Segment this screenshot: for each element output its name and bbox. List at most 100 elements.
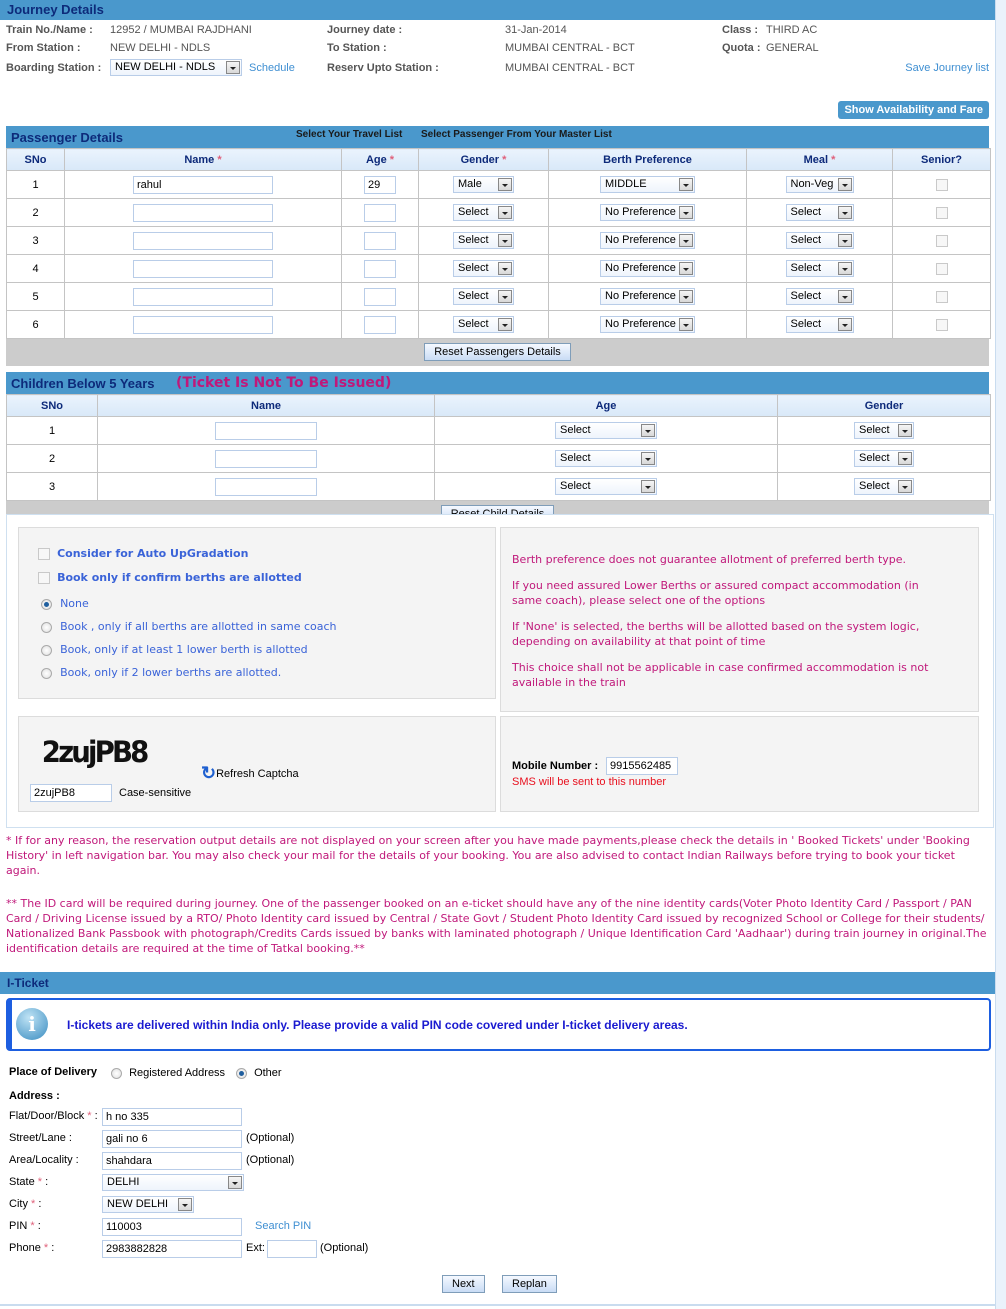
passenger-name-input[interactable] xyxy=(133,287,273,306)
train-label: Train No./Name : xyxy=(6,24,93,36)
passenger-meal-select[interactable]: Select xyxy=(785,288,854,305)
scrollbar[interactable] xyxy=(995,0,1006,1309)
chevron-down-icon xyxy=(641,452,655,465)
passenger-gender-select[interactable]: Select xyxy=(453,204,514,221)
col-sno: SNo xyxy=(6,148,65,171)
passenger-berth-select[interactable]: No Preference xyxy=(600,232,695,249)
child-name-input[interactable] xyxy=(215,449,317,468)
passenger-berth-select[interactable]: No Preference xyxy=(600,204,695,221)
passenger-age-input[interactable] xyxy=(364,231,396,250)
area-input[interactable]: shahdara xyxy=(102,1152,242,1170)
chevron-down-icon xyxy=(498,178,512,191)
child-age-select[interactable]: Select xyxy=(555,478,657,495)
passenger-berth-select[interactable]: No Preference xyxy=(600,260,695,277)
senior-checkbox[interactable] xyxy=(935,290,948,303)
senior-checkbox[interactable] xyxy=(935,178,948,191)
berth-option-radio[interactable] xyxy=(41,598,52,610)
child-gender-select[interactable]: Select xyxy=(854,450,914,467)
class-label: Class : xyxy=(722,24,759,36)
select-travel-list-link[interactable]: Select Your Travel List xyxy=(296,129,402,140)
passenger-meal-select[interactable]: Select xyxy=(785,204,854,221)
passenger-gender-select[interactable]: Select xyxy=(453,232,514,249)
passenger-gender-select[interactable]: Select xyxy=(453,316,514,333)
children-header: Children Below 5 Years (Ticket Is Not To… xyxy=(6,372,989,394)
child-age-select[interactable]: Select xyxy=(555,450,657,467)
schedule-link[interactable]: Schedule xyxy=(249,62,295,74)
state-label: State * : xyxy=(9,1176,49,1188)
berth-option-radio-item[interactable]: None xyxy=(41,597,337,620)
child-age-select[interactable]: Select xyxy=(555,422,657,439)
passenger-sno: 6 xyxy=(6,310,65,339)
mobile-number-input[interactable]: 9915562485 xyxy=(606,757,678,775)
passenger-age-input[interactable] xyxy=(364,203,396,222)
berth-info-paragraph: If you need assured Lower Berths or assu… xyxy=(512,579,919,607)
next-button[interactable]: Next xyxy=(442,1275,485,1293)
berth-option-radio[interactable] xyxy=(41,667,52,679)
passenger-name-input[interactable] xyxy=(133,231,273,250)
passenger-name-input[interactable] xyxy=(133,203,273,222)
phone-input[interactable]: 2983882828 xyxy=(102,1240,242,1258)
berth-option-radio[interactable] xyxy=(41,621,52,633)
passenger-name-input[interactable] xyxy=(133,315,273,334)
other-address-radio[interactable] xyxy=(236,1067,247,1079)
passenger-row: 2 Select No Preference Select xyxy=(6,198,991,227)
select-master-list-link[interactable]: Select Passenger From Your Master List xyxy=(421,129,612,140)
berth-options-panel: Consider for Auto UpGradation Book only … xyxy=(18,527,496,699)
passenger-age-input[interactable]: 29 xyxy=(364,175,396,194)
child-name-input[interactable] xyxy=(215,421,317,440)
child-gender-select[interactable]: Select xyxy=(854,478,914,495)
journey-details: Train No./Name : 12952 / MUMBAI RAJDHANI… xyxy=(6,20,989,104)
passenger-age-input[interactable] xyxy=(364,287,396,306)
passenger-gender-select[interactable]: Select xyxy=(453,288,514,305)
street-input[interactable]: gali no 6 xyxy=(102,1130,242,1148)
ext-input[interactable] xyxy=(267,1240,317,1258)
passenger-meal-select[interactable]: Select xyxy=(785,260,854,277)
passenger-age-input[interactable] xyxy=(364,259,396,278)
passenger-age-input[interactable] xyxy=(364,315,396,334)
show-availability-button[interactable]: Show Availability and Fare xyxy=(838,101,989,119)
chevron-down-icon xyxy=(837,178,852,191)
berth-option-radio[interactable] xyxy=(41,644,52,656)
senior-checkbox[interactable] xyxy=(935,206,948,219)
senior-checkbox[interactable] xyxy=(935,234,948,247)
senior-checkbox[interactable] xyxy=(935,318,948,331)
refresh-captcha-link[interactable]: ↻Refresh Captcha xyxy=(201,763,299,784)
boarding-station-select[interactable]: NEW DELHI - NDLS xyxy=(110,59,242,76)
passenger-berth-select[interactable]: No Preference xyxy=(600,316,695,333)
state-select[interactable]: DELHI xyxy=(102,1174,244,1191)
passenger-meal-select[interactable]: Non-Veg xyxy=(785,176,854,193)
berth-option-radio-item[interactable]: Book, only if at least 1 lower berth is … xyxy=(41,643,337,666)
auto-upgrade-checkbox[interactable] xyxy=(38,548,50,561)
passenger-name-input[interactable]: rahul xyxy=(133,175,273,194)
flat-input[interactable]: h no 335 xyxy=(102,1108,242,1126)
save-journey-list-link[interactable]: Save Journey list xyxy=(905,62,989,74)
senior-checkbox[interactable] xyxy=(935,262,948,275)
passenger-meal-select[interactable]: Select xyxy=(785,316,854,333)
pin-input[interactable]: 110003 xyxy=(102,1218,242,1236)
search-pin-link[interactable]: Search PIN xyxy=(255,1220,311,1232)
child-gender-select[interactable]: Select xyxy=(854,422,914,439)
berth-info-paragraph: If 'None' is selected, the berths will b… xyxy=(512,620,920,648)
city-select[interactable]: NEW DELHI xyxy=(102,1196,194,1213)
berth-option-radio-item[interactable]: Book , only if all berths are allotted i… xyxy=(41,620,337,643)
delivery-registered-option[interactable]: Registered Address xyxy=(111,1067,225,1079)
passenger-gender-select[interactable]: Male xyxy=(453,176,514,193)
confirm-berths-option[interactable]: Book only if confirm berths are allotted xyxy=(38,571,302,585)
confirm-berths-checkbox[interactable] xyxy=(38,572,50,585)
auto-upgrade-option[interactable]: Consider for Auto UpGradation xyxy=(38,547,248,561)
passenger-name-input[interactable] xyxy=(133,259,273,278)
passenger-berth-select[interactable]: MIDDLE xyxy=(600,176,695,193)
captcha-input[interactable]: 2zujPB8 xyxy=(30,784,112,802)
replan-button[interactable]: Replan xyxy=(502,1275,557,1293)
berth-option-radio-item[interactable]: Book, only if 2 lower berths are allotte… xyxy=(41,666,337,689)
reset-passengers-button[interactable]: Reset Passengers Details xyxy=(424,343,571,361)
registered-address-radio[interactable] xyxy=(111,1067,122,1079)
passenger-meal-select[interactable]: Select xyxy=(785,232,854,249)
col-berth: Berth Preference xyxy=(548,148,747,171)
passenger-row: 6 Select No Preference Select xyxy=(6,310,991,339)
passenger-gender-select[interactable]: Select xyxy=(453,260,514,277)
delivery-other-option[interactable]: Other xyxy=(236,1067,282,1079)
reservation-output-note: * If for any reason, the reservation out… xyxy=(6,834,970,877)
child-name-input[interactable] xyxy=(215,477,317,496)
passenger-berth-select[interactable]: No Preference xyxy=(600,288,695,305)
